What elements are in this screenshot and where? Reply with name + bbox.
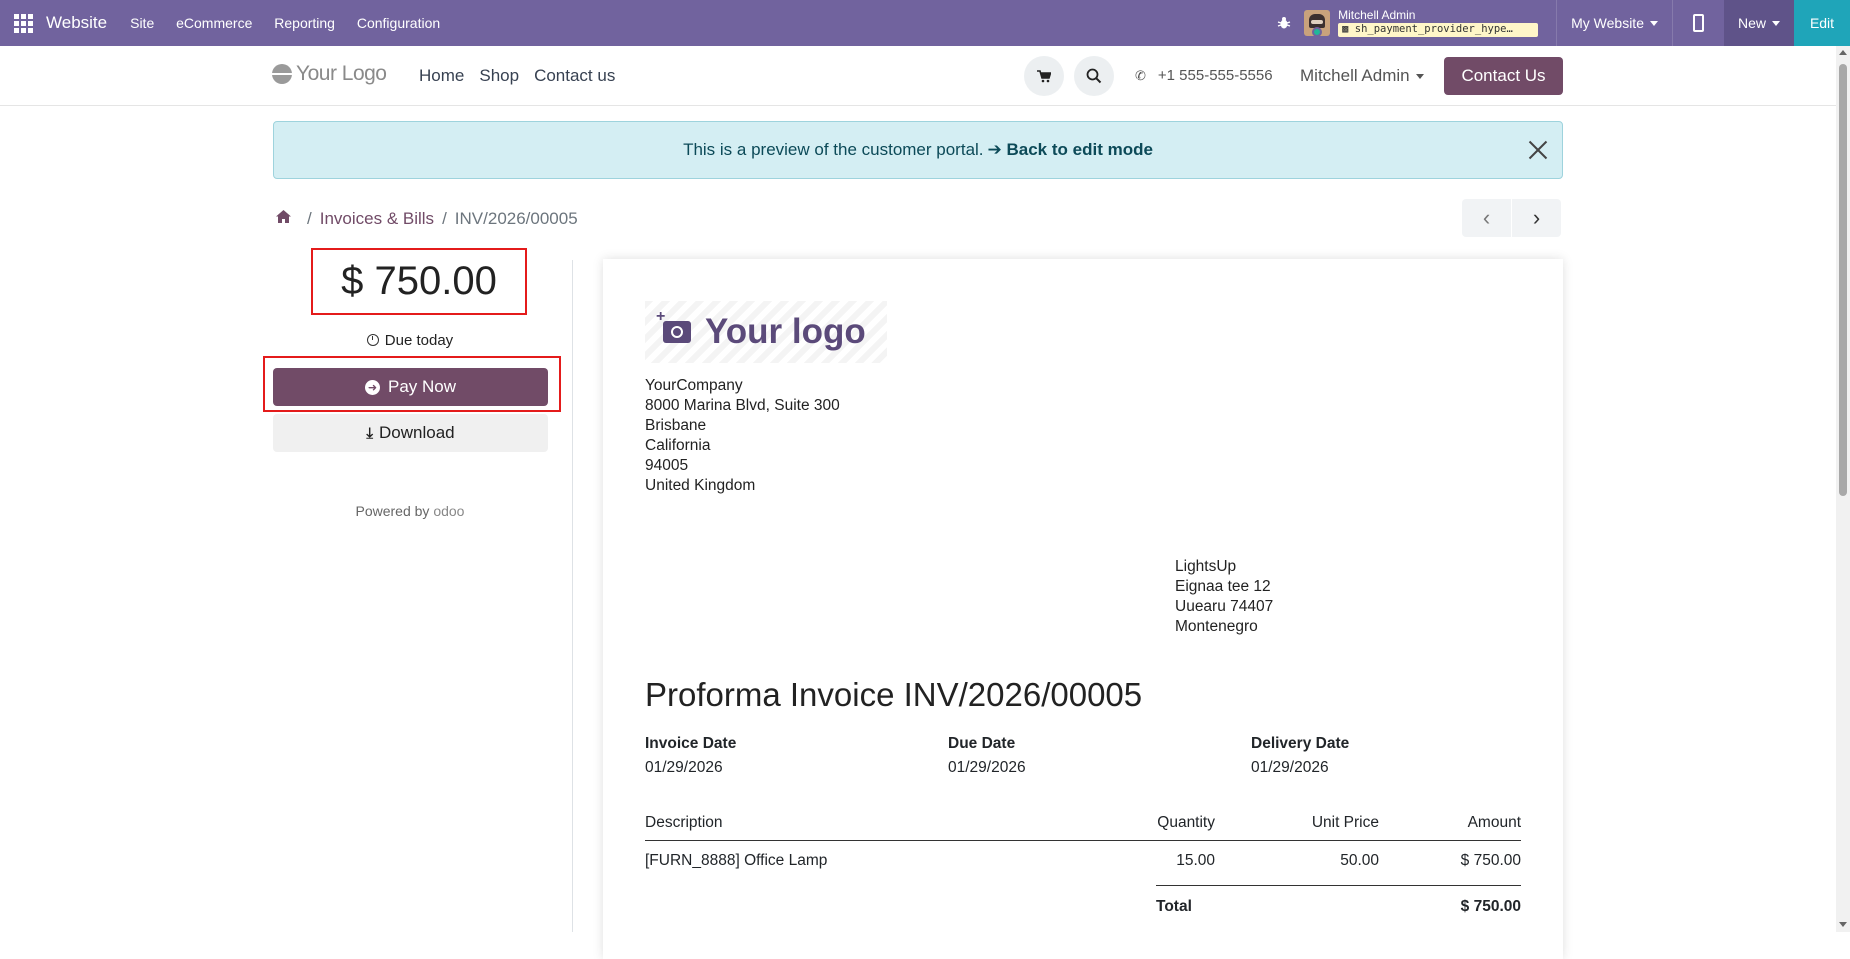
online-status-icon [1312, 27, 1322, 37]
mobile-preview-button[interactable] [1671, 0, 1724, 46]
nav-shop[interactable]: Shop [479, 66, 519, 86]
table-header: Description Quantity Unit Price Amount [645, 805, 1521, 841]
app-brand[interactable]: Website [46, 13, 107, 33]
company-logo: Your logo [645, 301, 887, 363]
mobile-icon [1692, 14, 1704, 32]
customer-address: LightsUp Eignaa tee 12 Uuearu 74407 Mont… [1175, 558, 1274, 635]
powered-by: Powered by odoo [355, 503, 465, 519]
user-menu[interactable]: Mitchell Admin ▩ sh_payment_provider_hyp… [1304, 8, 1539, 37]
admin-navbar: Website Site eCommerce Reporting Configu… [0, 0, 1850, 46]
menu-reporting[interactable]: Reporting [274, 15, 335, 31]
phone-icon: ✆ [1135, 67, 1146, 83]
cart-icon [1037, 69, 1051, 82]
chevron-right-icon: › [1532, 205, 1541, 230]
breadcrumb: / Invoices & Bills / INV/2026/00005 [276, 209, 578, 229]
website-switcher[interactable]: My Website [1556, 0, 1672, 46]
menu-configuration[interactable]: Configuration [357, 15, 440, 31]
menu-site[interactable]: Site [130, 15, 154, 31]
menu-ecommerce[interactable]: eCommerce [176, 15, 252, 31]
page-scrollbar[interactable] [1836, 46, 1850, 932]
delivery-date: Delivery Date 01/29/2026 [1251, 735, 1350, 776]
admin-navbar-right: Mitchell Admin ▩ sh_payment_provider_hyp… [1264, 0, 1850, 46]
company-address: YourCompany 8000 Marina Blvd, Suite 300 … [645, 377, 840, 494]
download-button[interactable]: ⤓ Download [273, 414, 548, 452]
invoice-lines-table: Description Quantity Unit Price Amount [… [645, 805, 1521, 881]
site-logo[interactable]: Your Logo [272, 62, 387, 86]
scroll-down-icon[interactable] [1839, 922, 1847, 927]
nav-contact-us[interactable]: Contact us [534, 66, 615, 86]
odoo-logo[interactable]: odoo [433, 503, 464, 519]
record-pager: ‹ › [1462, 199, 1561, 237]
chevron-down-icon [1772, 20, 1780, 26]
close-icon[interactable] [1528, 140, 1548, 160]
search-button[interactable] [1074, 56, 1114, 96]
camera-icon [656, 308, 691, 343]
search-icon [1086, 68, 1102, 84]
portal-preview-alert: This is a preview of the customer portal… [273, 121, 1563, 179]
download-icon: ⤓ [366, 424, 374, 442]
invoice-total: Total $ 750.00 [1156, 885, 1521, 927]
clock-icon [366, 334, 379, 346]
chevron-left-icon: ‹ [1482, 205, 1491, 230]
website-header: Your Logo Home Shop Contact us ✆ +1 555-… [0, 46, 1836, 106]
cart-button[interactable] [1024, 56, 1064, 96]
due-date: Due Date 01/29/2026 [948, 735, 1026, 776]
breadcrumb-current: INV/2026/00005 [454, 209, 578, 228]
edit-button[interactable]: Edit [1794, 0, 1850, 46]
sidebar-divider [572, 260, 573, 932]
table-row: [FURN_8888] Office Lamp 15.00 50.00 $ 75… [645, 852, 1521, 869]
invoice-date: Invoice Date 01/29/2026 [645, 735, 737, 776]
pay-now-button[interactable]: ➜ Pay Now [273, 368, 548, 406]
next-record-button[interactable]: › [1512, 199, 1561, 237]
invoice-preview: Your logo YourCompany 8000 Marina Blvd, … [603, 259, 1563, 959]
scroll-up-icon[interactable] [1839, 50, 1847, 55]
site-nav: Home Shop Contact us [419, 66, 630, 86]
back-to-edit-link[interactable]: ➔ Back to edit mode [988, 140, 1153, 160]
arrow-circle-right-icon: ➜ [364, 379, 380, 395]
previous-record-button[interactable]: ‹ [1462, 199, 1511, 237]
user-dropdown[interactable]: Mitchell Admin [1300, 66, 1424, 86]
amount-due: $ 750.00 [311, 248, 527, 315]
alert-text: This is a preview of the customer portal… [683, 140, 984, 159]
home-icon[interactable] [276, 210, 291, 228]
breadcrumb-invoices[interactable]: Invoices & Bills [320, 209, 434, 229]
apps-menu-icon[interactable] [0, 0, 46, 46]
logo-icon [272, 64, 292, 84]
nav-home[interactable]: Home [419, 66, 464, 86]
chevron-down-icon [1649, 20, 1658, 26]
admin-menu: Site eCommerce Reporting Configuration [121, 15, 449, 31]
scroll-thumb[interactable] [1839, 64, 1847, 496]
contact-us-button[interactable]: Contact Us [1444, 57, 1563, 95]
debug-bug-icon[interactable] [1264, 16, 1304, 30]
database-badge: ▩ sh_payment_provider_hype… [1338, 23, 1539, 37]
due-status: Due today [273, 332, 547, 349]
invoice-title: Proforma Invoice INV/2026/00005 [645, 676, 1143, 713]
chevron-down-icon [1415, 73, 1424, 79]
phone-link[interactable]: ✆ +1 555-555-5556 [1135, 67, 1273, 84]
user-name: Mitchell Admin [1338, 8, 1416, 23]
new-content-button[interactable]: New [1723, 0, 1794, 46]
